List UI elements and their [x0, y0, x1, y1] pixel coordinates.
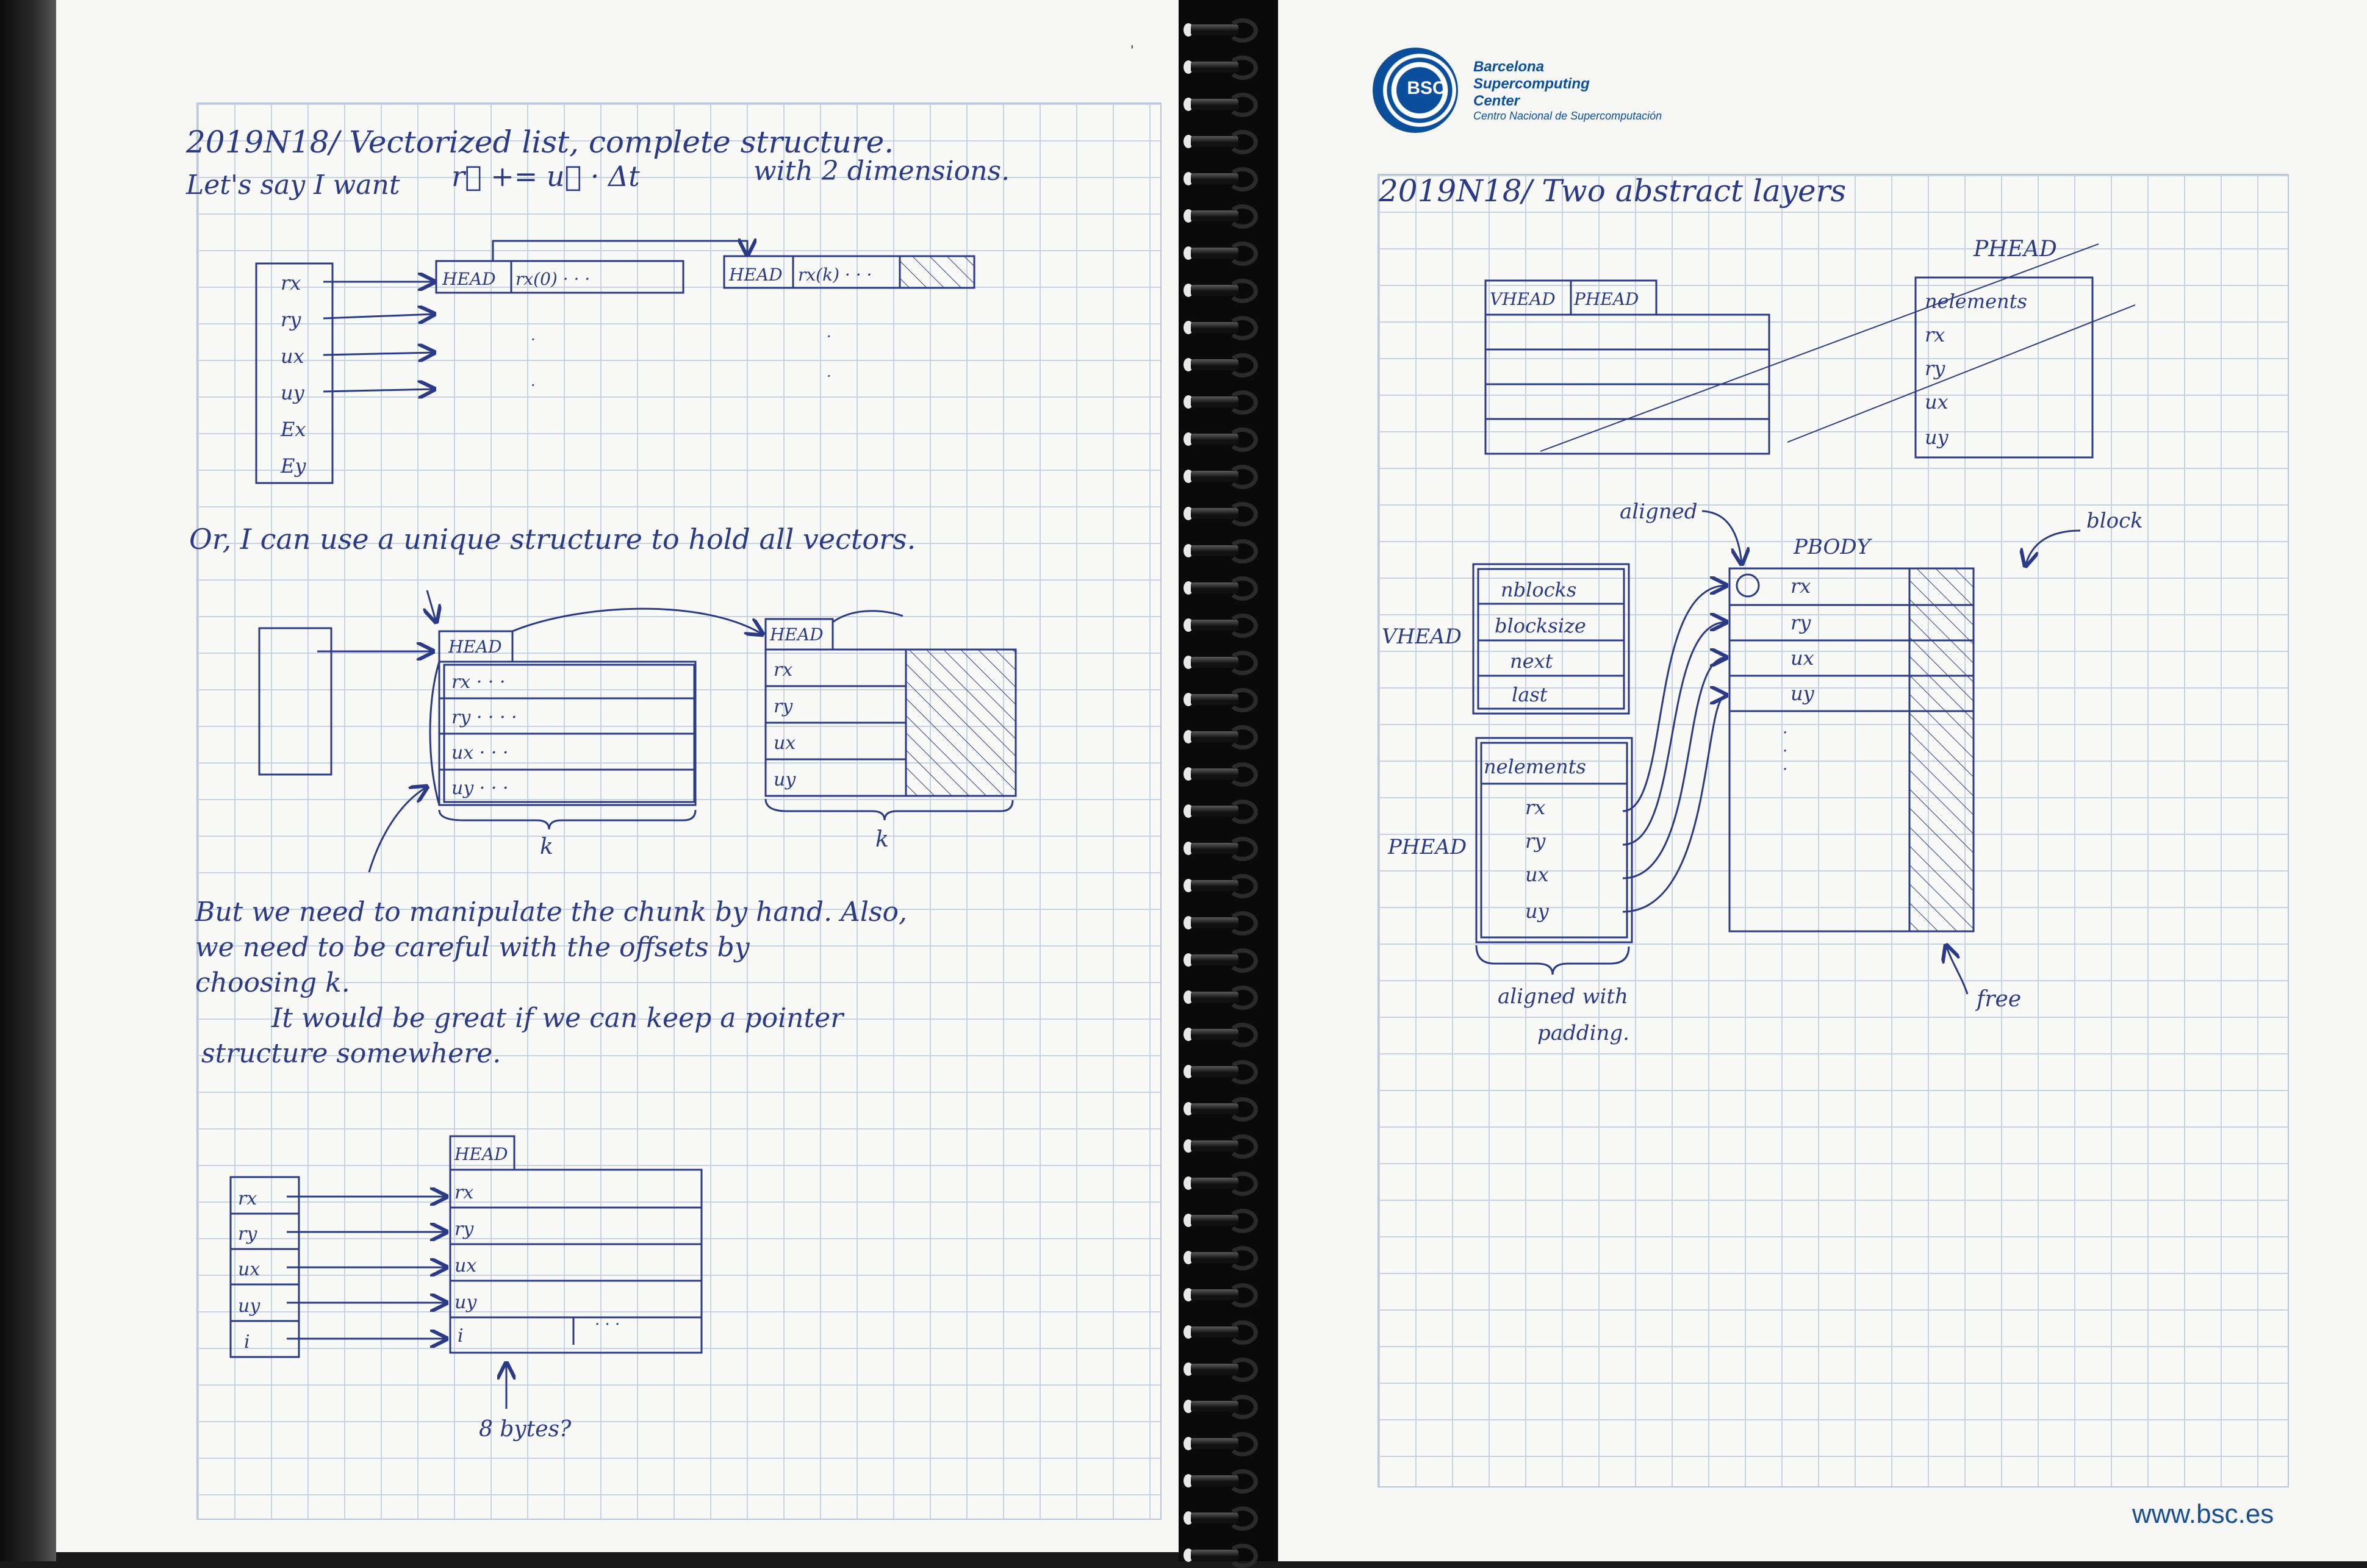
- r2-aligned-padding-2: padding.: [1537, 1021, 1629, 1045]
- left-line2-b: with 2 dimensions.: [753, 156, 1010, 187]
- r2-vhead-row-1: blocksize: [1495, 614, 1586, 637]
- svg-text:·: ·: [827, 368, 832, 385]
- r1-phead-row-3: ux: [1925, 390, 1949, 413]
- chunk2-cell: rx(k) · · ·: [798, 265, 872, 285]
- d2-row2-1: ry: [774, 696, 793, 717]
- r2-free: free: [1975, 987, 2021, 1012]
- r1-vhead: VHEAD: [1490, 289, 1556, 309]
- svg-text:·: ·: [1783, 761, 1787, 779]
- r1-phead: PHEAD: [1573, 289, 1639, 309]
- d1-row-4: Ex: [280, 418, 306, 441]
- d3-right-2: ux: [454, 1255, 476, 1276]
- d1-row-2: ux: [281, 345, 304, 368]
- chunk1-cell: rx(0) · · ·: [515, 269, 590, 289]
- d2-k2: k: [875, 827, 889, 852]
- r2-phead-row-4: uy: [1525, 900, 1550, 923]
- d3-right-4: i: [458, 1325, 464, 1347]
- left-text-3-l5: structure somewhere.: [201, 1038, 501, 1069]
- r2-aligned-padding-1: aligned with: [1498, 984, 1628, 1009]
- d2-row1-0: rx · · ·: [451, 671, 505, 693]
- r2-vhead-row-2: next: [1510, 650, 1553, 673]
- svg-text:·: ·: [1783, 742, 1787, 761]
- left-line2-formula: r⃗ += u⃗ · Δt: [451, 160, 640, 193]
- r2-pbody-row-3: uy: [1791, 682, 1815, 705]
- r2-pbody-row-2: ux: [1791, 646, 1814, 670]
- svg-text:·: ·: [1783, 724, 1787, 742]
- d3-head: HEAD: [454, 1144, 508, 1164]
- r2-pbody: PBODY: [1793, 535, 1873, 559]
- d1-row-0: rx: [281, 271, 301, 295]
- r1-phead-row-4: uy: [1925, 426, 1949, 449]
- r2-phead-row-0: nelements: [1484, 755, 1586, 778]
- d1-row-1: ry: [281, 308, 301, 331]
- d2-row2-2: ux: [774, 732, 796, 754]
- d3-dots: · · ·: [595, 1316, 620, 1334]
- d2-row2-3: uy: [774, 769, 796, 790]
- d3-right-3: uy: [454, 1292, 477, 1313]
- left-title: 2019N18/ Vectorized list, complete struc…: [185, 124, 894, 160]
- r2-pbody-row-0: rx: [1791, 575, 1811, 598]
- r1-phead-row-0: nelements: [1925, 290, 2027, 313]
- left-text-2: Or, I can use a unique structure to hold…: [189, 523, 916, 556]
- r2-phead-row-3: ux: [1525, 863, 1549, 886]
- left-diagram-2: HEAD rx · · · ry · · · · ux · · · uy · ·…: [258, 590, 1017, 873]
- d3-left-1: ry: [238, 1223, 257, 1245]
- d2-row1-2: ux · · ·: [451, 742, 508, 764]
- r2-vhead-row-0: nblocks: [1501, 578, 1576, 601]
- d2-head2: HEAD: [769, 625, 824, 645]
- r2-phead-row-1: rx: [1525, 796, 1545, 819]
- d3-left-3: uy: [238, 1295, 260, 1317]
- svg-text:·: ·: [531, 377, 536, 394]
- svg-text:·: ·: [531, 331, 536, 348]
- r1-phead-row-1: rx: [1925, 323, 1945, 346]
- d3-left-4: i: [244, 1331, 250, 1353]
- r2-pbody-row-1: ry: [1791, 611, 1811, 634]
- svg-text:·: ·: [827, 328, 832, 345]
- d3-note: 8 bytes?: [479, 1417, 572, 1442]
- d1-row-5: Ey: [280, 454, 306, 478]
- left-text-3-l3: choosing k.: [195, 967, 350, 998]
- left-text-3-l4: It would be great if we can keep a point…: [271, 1003, 845, 1034]
- d1-row-3: uy: [281, 381, 305, 404]
- r2-aligned: aligned: [1620, 499, 1698, 524]
- d2-row1-1: ry · · · ·: [451, 707, 517, 728]
- left-line2-a: Let's say I want: [185, 170, 400, 201]
- r2-phead-row-2: ry: [1525, 829, 1546, 853]
- d2-row1-3: uy · · ·: [451, 778, 509, 799]
- d3-right-0: rx: [454, 1182, 473, 1203]
- d3-right-1: ry: [454, 1219, 474, 1240]
- d2-row2-0: rx: [774, 659, 792, 681]
- right-diagram-1: VHEAD PHEAD PHEAD nelements rx ry ux uy: [1484, 237, 2136, 459]
- vector-table-1: [255, 262, 334, 484]
- d2-head1: HEAD: [448, 637, 502, 657]
- r2-vhead-label: VHEAD: [1382, 625, 1462, 649]
- d3-left-2: ux: [238, 1259, 260, 1280]
- d3-left-0: rx: [238, 1188, 257, 1209]
- r2-vhead-row-3: last: [1512, 683, 1548, 706]
- d2-k1: k: [540, 834, 553, 859]
- r2-phead-label: PHEAD: [1387, 835, 1467, 859]
- left-diagram-1: rx ry ux uy Ex Ey HEAD rx(0) · · · HEAD …: [255, 241, 975, 484]
- r1-phead-row-2: ry: [1925, 357, 1945, 380]
- left-diagram-3: rx ry ux uy i HEAD rx ry ux uy i · · · 8…: [229, 1135, 703, 1442]
- right-title: 2019N18/ Two abstract layers: [1378, 173, 1846, 209]
- handwriting-layer: 2019N18/ Vectorized list, complete struc…: [185, 124, 2143, 1442]
- left-text-3-l2: we need to be careful with the offsets b…: [195, 932, 750, 963]
- right-diagram-2: aligned PBODY block VHEAD nblocks blocks…: [1382, 499, 2143, 1045]
- left-text-3-l1: But we need to manipulate the chunk by h…: [195, 897, 907, 928]
- r1-phead-label: PHEAD: [1973, 237, 2057, 262]
- r2-block: block: [2086, 509, 2143, 533]
- chunk2-head: HEAD: [728, 265, 783, 285]
- chunk1-head: HEAD: [442, 269, 496, 289]
